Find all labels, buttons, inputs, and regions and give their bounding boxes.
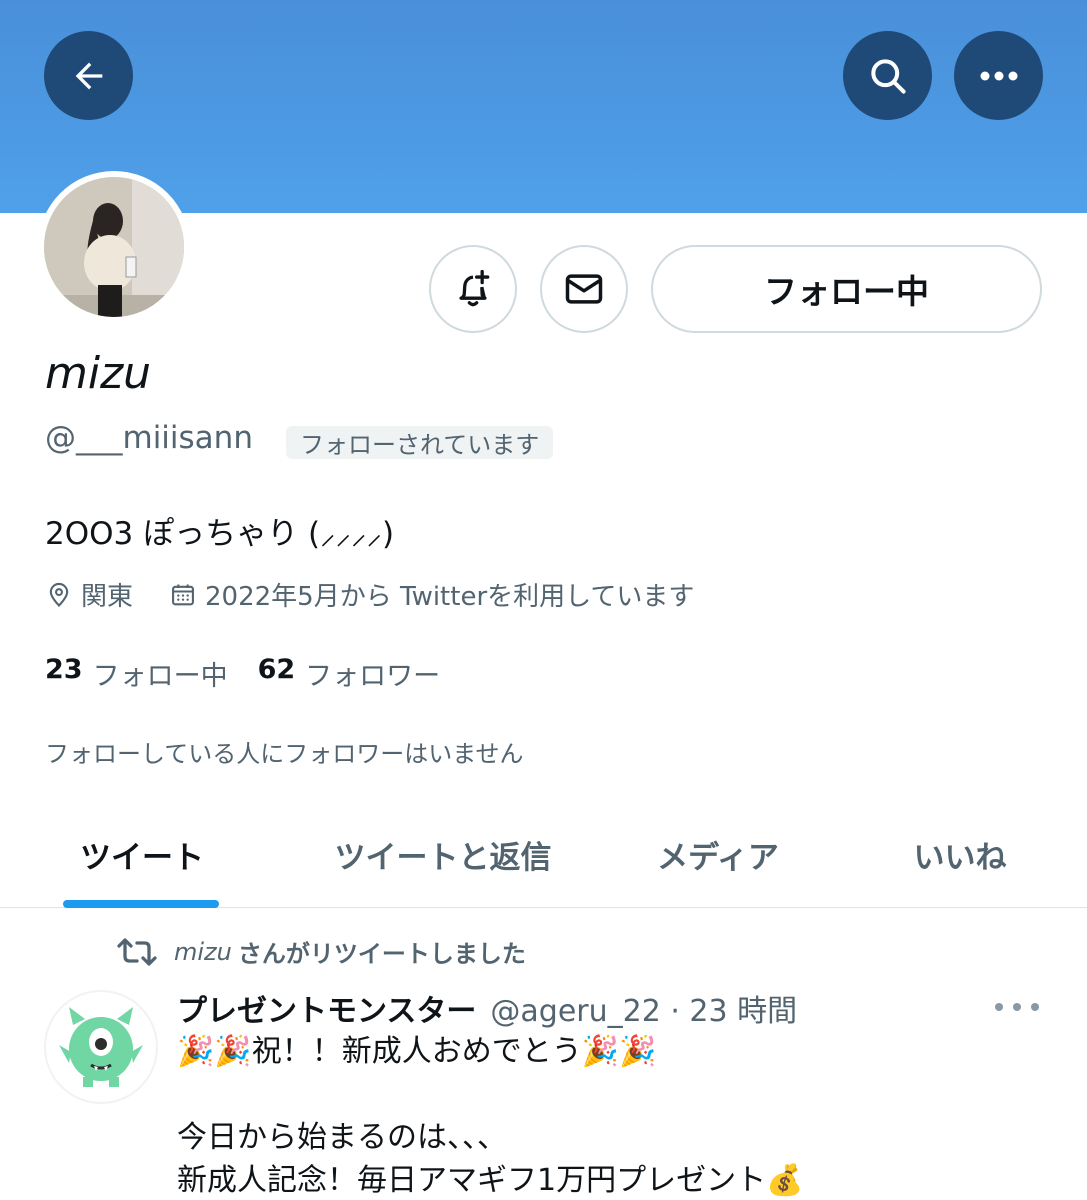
profile-meta: 関東 2022年5月から Twitterを利用しています: [45, 576, 694, 613]
back-button[interactable]: [44, 31, 133, 120]
more-horizontal-icon: [980, 71, 1017, 80]
tweet-author-avatar[interactable]: [44, 990, 158, 1104]
retweet-text: さんがリツイートしました: [237, 940, 526, 968]
follows-you-badge: フォローされています: [286, 426, 554, 459]
more-dot-icon: [1031, 1003, 1039, 1011]
join-date-text: 2022年5月から Twitterを利用しています: [205, 582, 695, 612]
following-label: フォロー中: [92, 661, 228, 692]
bell-plus-icon: [459, 269, 490, 307]
party-popper-icon: 🎉: [214, 1034, 252, 1069]
monster-avatar-icon: [59, 1007, 143, 1087]
tab-tweets[interactable]: ツイート: [44, 800, 240, 908]
tweet-line-1: 🎉 🎉 祝！！新成人おめでとう 🎉 🎉: [177, 1030, 803, 1073]
arrow-left-icon: [75, 62, 102, 89]
party-popper-icon: 🎉: [581, 1034, 620, 1069]
tweet-line-1-text: 祝！！新成人おめでとう: [251, 1034, 582, 1069]
location-text: 関東: [81, 582, 134, 612]
tweet-author-name[interactable]: プレゼントモンスター: [177, 986, 476, 1030]
search-icon: [870, 58, 906, 94]
more-options-button[interactable]: [954, 31, 1043, 120]
location-pin-icon: [49, 582, 69, 607]
tweet-text: 🎉 🎉 祝！！新成人おめでとう 🎉 🎉 今日から始まるのは、、、 新成人記念！毎…: [177, 1030, 803, 1200]
tweet-line-4: 新成人記念！毎日アマギフ1万円プレゼント 💰: [177, 1159, 803, 1200]
user-handle: @___miiisann: [45, 420, 253, 456]
mutual-followers-note: フォローしている人にフォロワーはいません: [45, 740, 524, 768]
profile-bio: 2OO3 ぽっちゃり (⸝⸝⸝⸝): [45, 516, 395, 552]
calendar-icon: [172, 584, 194, 605]
display-name: mizu: [45, 348, 152, 399]
tweet-more-button[interactable]: [995, 994, 1039, 1020]
follow-stats: 23 フォロー中 62 フォロワー: [45, 654, 440, 693]
more-dot-icon: [995, 1003, 1003, 1011]
following-count: 23: [45, 654, 83, 685]
profile-banner: [0, 0, 1087, 213]
retweet-context: mizu さんがリツイートしました: [116, 934, 526, 969]
active-tab-indicator: [63, 900, 219, 908]
join-date: 2022年5月から Twitterを利用しています: [169, 576, 694, 613]
party-popper-icon: 🎉: [177, 1034, 215, 1069]
notify-button[interactable]: [429, 245, 517, 333]
followers-count-link[interactable]: 62 フォロワー: [258, 654, 441, 693]
tweet-header: プレゼントモンスター @ageru_22 · 23 時間: [177, 986, 797, 1030]
tab-tweets-and-replies[interactable]: ツイートと返信: [320, 800, 566, 908]
following-count-link[interactable]: 23 フォロー中: [45, 654, 228, 693]
party-popper-icon: 🎉: [619, 1034, 657, 1069]
followers-label: フォロワー: [305, 661, 441, 692]
retweet-icon: [117, 937, 157, 966]
following-button[interactable]: フォロー中: [651, 245, 1042, 333]
mail-icon: [565, 274, 603, 304]
profile-tabs: ツイート ツイートと返信 メディア いいね: [0, 800, 1087, 908]
followers-count: 62: [257, 654, 296, 685]
message-button[interactable]: [540, 245, 628, 333]
retweeter-name[interactable]: mizu: [174, 938, 232, 966]
tweet-line-2: [177, 1073, 803, 1116]
tweet-author-meta: @ageru_22 · 23 時間: [490, 994, 798, 1029]
location: 関東: [45, 576, 133, 613]
tab-likes[interactable]: いいね: [880, 800, 1040, 908]
profile-avatar[interactable]: [38, 171, 190, 323]
tweet-line-4-text: 新成人記念！毎日アマギフ1万円プレゼント: [177, 1163, 767, 1198]
more-dot-icon: [1013, 1003, 1021, 1011]
avatar-photo: [44, 177, 184, 317]
search-button[interactable]: [843, 31, 932, 120]
tweet-line-3: 今日から始まるのは、、、: [177, 1120, 507, 1155]
tab-media[interactable]: メディア: [640, 800, 796, 908]
money-bag-icon: 💰: [766, 1163, 804, 1198]
